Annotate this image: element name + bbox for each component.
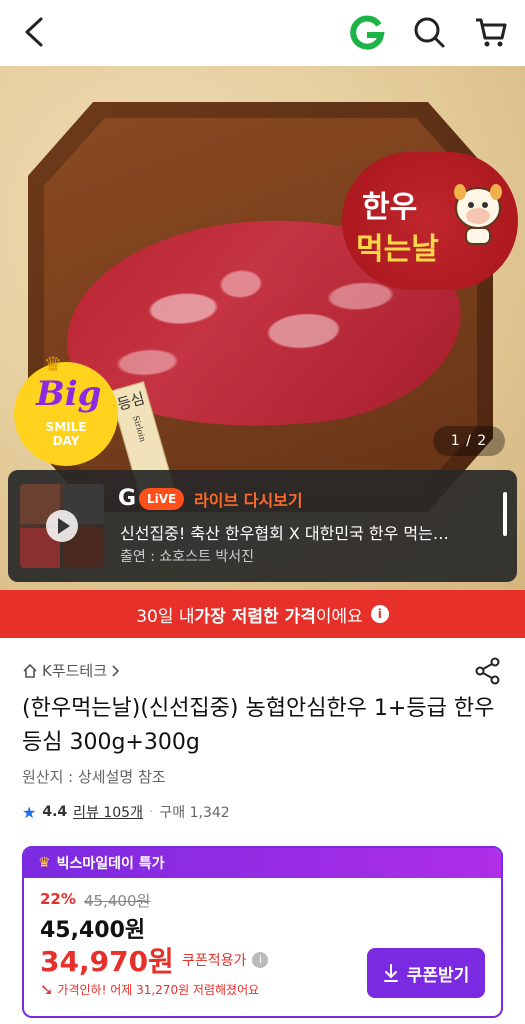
big-smile-day-badge: ♛ Big SMILE DAY [14,352,118,466]
sirloin-tag-sub: Sirloin [131,414,148,443]
original-price: 45,400원 [84,892,151,910]
big-smile-small-text: SMILE DAY [14,420,118,448]
top-actions [347,12,511,52]
lowest-price-suffix: 이에요 [315,606,363,627]
divider: · [148,804,154,820]
reviews-link[interactable]: 리뷰 105개 [73,802,143,822]
search-button[interactable] [409,12,449,52]
get-coupon-button[interactable]: 쿠폰받기 [367,948,485,998]
big-smile-line-smile: SMILE [45,420,87,434]
live-replay-title: 라이브 다시보기 [194,491,303,510]
info-icon[interactable]: i [370,605,389,623]
lowest-price-strip[interactable]: 30일 내 가장 저렴한 가격 이에요 i [0,590,525,638]
live-replay-banner[interactable]: G LiVE 라이브 다시보기 신선집중! 축산 한우협회 X 대한민국 한우 … [8,470,517,582]
lowest-price-prefix: 30일 내 [136,606,195,627]
get-coupon-label: 쿠폰받기 [406,965,470,986]
price-card-title: 빅스마일데이 특가 [56,856,165,872]
live-pill: LiVE [139,488,185,510]
cow-mascot-icon [454,184,502,245]
big-smile-big-text: Big [36,374,102,414]
cart-icon [476,18,507,47]
store-home-icon [23,663,37,678]
rating-score: 4.4 [42,804,68,820]
gmarket-home-button[interactable] [347,12,387,52]
chevron-right-icon [112,664,120,677]
info-icon[interactable]: i [252,952,269,968]
product-origin: 원산지 : 상세설명 참조 [22,768,166,786]
hanwoo-badge-line2: 먹는날 [356,232,439,267]
live-scroll-indicator [503,492,507,536]
crown-icon: ♛ [44,352,62,376]
crown-icon: ♛ [38,855,51,871]
price-drop-text: 가격인하! 어제 31,270원 저렴해졌어요 [57,983,260,997]
back-button[interactable] [16,14,52,50]
price-drop-notice: ➘ 가격인하! 어제 31,270원 저렴해졌어요 [40,980,259,999]
coupon-price: 34,970원 [40,945,174,978]
big-smile-line-day: DAY [52,434,80,448]
live-thumbnail[interactable] [20,484,104,568]
chevron-left-icon [25,17,43,47]
share-button[interactable] [473,656,503,686]
hanwoo-badge-line1: 한우 [362,190,418,225]
discount-percent: 22% [40,890,76,908]
lowest-price-bold: 가장 저렴한 가격 [194,606,316,627]
hanwoo-day-badge: 한우 먹는날 [342,152,518,290]
seller-name: K푸드테크 [42,662,108,680]
price-card-header: ♛ 빅스마일데이 특가 [24,848,501,878]
live-host: 출연 : 쇼호스트 박서진 [120,549,254,565]
seller-link[interactable]: K푸드테크 [22,660,120,681]
download-icon [383,964,398,982]
coupon-applied-label: 쿠폰적용가 i [182,950,269,970]
cart-button[interactable] [471,12,511,52]
rating-row: ★ 4.4 리뷰 105개 · 구매 1,342 [22,802,230,822]
glive-g-logo: G [118,486,137,511]
share-icon [475,657,500,685]
purchase-count: 구매 1,342 [159,805,230,821]
live-description: 신선집중! 축산 한우협회 X 대한민국 한우 먹는… [120,524,449,543]
star-icon: ★ [22,802,37,822]
coupon-applied-text: 쿠폰적용가 [182,953,247,969]
top-bar [0,0,525,66]
sirloin-tag-label: 등심 [115,389,147,415]
play-icon[interactable] [46,510,78,542]
search-icon [414,17,445,48]
gmarket-logo-icon [350,15,385,50]
image-pager: 1 / 2 [433,426,505,456]
down-arrow-icon: ➘ [40,980,54,999]
price-card: ♛ 빅스마일데이 특가 22% 45,400원 45,400원 34,970원 … [22,846,503,1018]
product-title: (한우먹는날)(신선집중) 농협안심한우 1+등급 한우 등심 300g+300… [22,696,495,755]
